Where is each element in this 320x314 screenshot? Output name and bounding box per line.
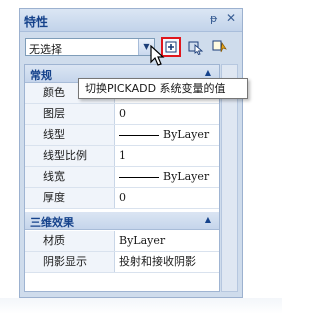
property-row-thickness[interactable]: 厚度 0 <box>25 188 219 209</box>
property-row-shadow-display[interactable]: 阴影显示 投射和接收阴影 <box>25 252 219 273</box>
select-objects-button[interactable] <box>186 37 206 57</box>
property-label: 线型 <box>25 125 115 145</box>
select-objects-icon <box>188 41 204 56</box>
property-value[interactable]: 0 <box>116 104 219 124</box>
property-label: 厚度 <box>25 188 115 208</box>
selection-dropdown-value: 无选择 <box>29 43 62 56</box>
section-3d-effects-header[interactable]: 三维效果 ▲ <box>25 212 219 230</box>
property-value[interactable]: 1 <box>116 146 219 166</box>
tooltip: 切换PICKADD 系统变量的值 <box>78 78 248 99</box>
property-value[interactable]: ByLayer <box>116 231 219 251</box>
properties-palette: 特性 ᵽ ✕ 无选择 ▼ 常规 ▲ 颜色 图层 0 线型 ByLayer 线型比… <box>19 8 243 298</box>
property-value[interactable]: 0 <box>116 188 219 208</box>
property-label: 材质 <box>25 231 115 251</box>
palette-titlebar[interactable]: 特性 ᵽ ✕ <box>20 9 242 32</box>
close-icon[interactable]: ✕ <box>226 11 236 25</box>
property-row-material[interactable]: 材质 ByLayer <box>25 231 219 252</box>
property-label: 阴影显示 <box>25 252 115 272</box>
linetype-sample <box>119 134 159 136</box>
property-label: 图层 <box>25 104 115 124</box>
property-value[interactable]: ByLayer <box>116 125 219 145</box>
pickadd-icon <box>165 41 177 53</box>
selection-dropdown[interactable]: 无选择 ▼ <box>25 38 155 56</box>
collapse-arrow-icon[interactable]: ▲ <box>205 215 211 224</box>
section-general-label: 常规 <box>30 69 52 82</box>
quick-select-button[interactable] <box>210 37 230 57</box>
property-value[interactable]: 投射和接收阴影 <box>116 252 219 272</box>
property-row-linetype-scale[interactable]: 线型比例 1 <box>25 146 219 167</box>
linetype-value: ByLayer <box>163 128 210 141</box>
lineweight-sample <box>119 176 159 178</box>
property-label: 线宽 <box>25 167 115 187</box>
background-fade <box>0 298 282 314</box>
property-row-linetype[interactable]: 线型 ByLayer <box>25 125 219 146</box>
mouse-pointer-icon <box>150 45 165 66</box>
palette-title: 特性 <box>24 15 49 29</box>
palette-toolbar: 无选择 ▼ <box>20 32 242 62</box>
pin-icon[interactable]: ᵽ <box>210 12 217 25</box>
collapse-arrow-icon[interactable]: ▲ <box>205 68 211 77</box>
property-value[interactable]: ByLayer <box>116 167 219 187</box>
lineweight-value: ByLayer <box>163 170 210 183</box>
property-label: 线型比例 <box>25 146 115 166</box>
property-row-layer[interactable]: 图层 0 <box>25 104 219 125</box>
quick-select-icon <box>212 40 227 53</box>
property-row-lineweight[interactable]: 线宽 ByLayer <box>25 167 219 188</box>
section-3d-effects-label: 三维效果 <box>30 216 74 229</box>
